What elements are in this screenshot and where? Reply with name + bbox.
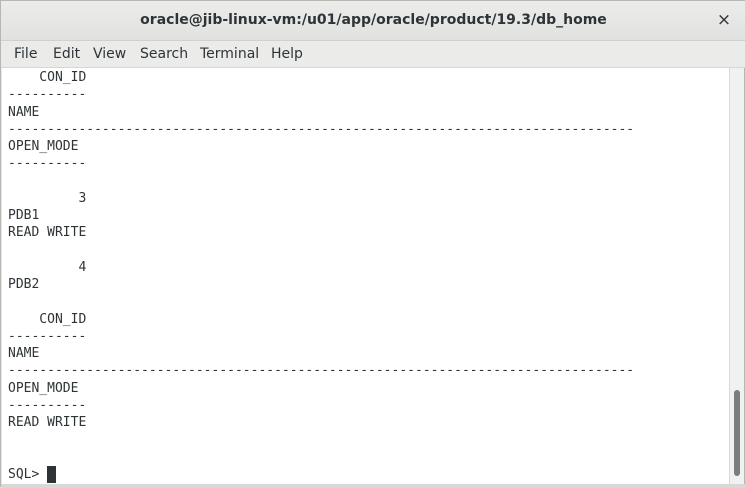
menu-file[interactable]: File: [14, 46, 37, 62]
menu-bar: File Edit View Search Terminal Help: [1, 41, 745, 68]
terminal-line: 3: [8, 190, 87, 206]
text-cursor: [47, 465, 57, 483]
terminal-line: SQL>: [8, 466, 48, 482]
title-bar[interactable]: oracle@jib-linux-vm:/u01/app/oracle/prod…: [1, 1, 745, 41]
menu-view[interactable]: View: [93, 46, 126, 62]
terminal-line: READ WRITE: [8, 225, 87, 241]
scrollbar-thumb[interactable]: [734, 390, 740, 476]
terminal-line: ----------: [8, 156, 87, 172]
terminal-line: 4: [8, 259, 87, 275]
terminal-line: ----------: [8, 328, 87, 344]
window-bottom-edge: [1, 484, 745, 488]
window-title: oracle@jib-linux-vm:/u01/app/oracle/prod…: [140, 12, 607, 28]
terminal-line: ----------: [8, 397, 87, 413]
terminal-line: ----------------------------------------…: [8, 363, 635, 379]
terminal-line: OPEN_MODE: [8, 139, 79, 154]
terminal-line: PDB2: [8, 277, 40, 292]
terminal-line: READ WRITE: [8, 415, 87, 430]
terminal-line: ----------------------------------------…: [8, 121, 635, 137]
terminal-line: CON_ID: [8, 70, 87, 85]
terminal-window: oracle@jib-linux-vm:/u01/app/oracle/prod…: [0, 0, 745, 488]
menu-help[interactable]: Help: [271, 46, 303, 62]
menu-search[interactable]: Search: [140, 46, 188, 62]
terminal-line: NAME: [8, 346, 40, 361]
vertical-scrollbar[interactable]: [729, 68, 744, 484]
terminal-output[interactable]: CON_ID ---------- NAME --------------------…: [2, 68, 729, 484]
menu-edit[interactable]: Edit: [53, 46, 80, 62]
close-icon[interactable]: ×: [716, 11, 732, 29]
terminal-line: CON_ID: [8, 311, 87, 327]
terminal-line: OPEN_MODE: [8, 380, 79, 396]
terminal-line: PDB1: [8, 208, 40, 223]
terminal-line: NAME: [8, 104, 40, 120]
terminal-line: ----------: [8, 87, 87, 103]
menu-terminal[interactable]: Terminal: [200, 46, 259, 62]
